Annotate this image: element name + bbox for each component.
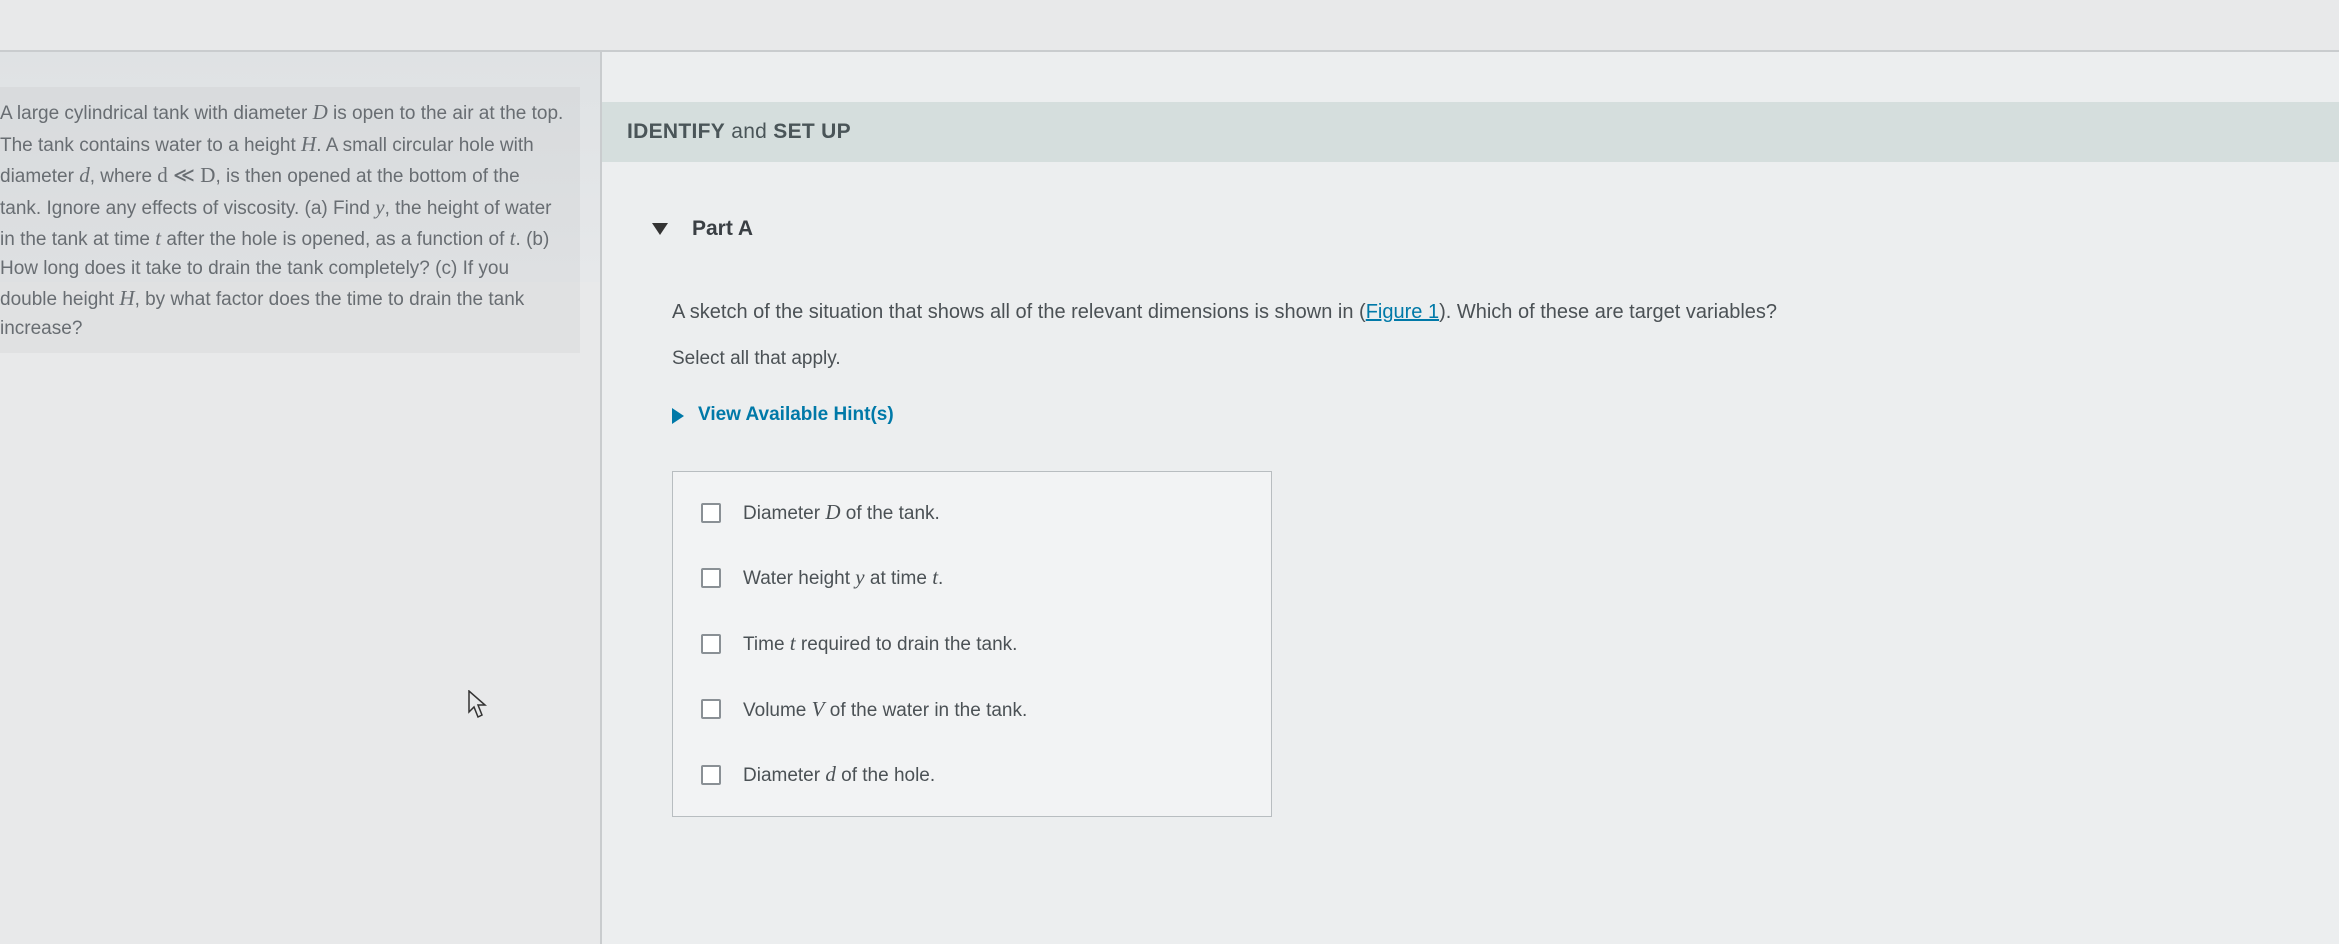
var-D: D [313, 100, 328, 124]
hints-label: View Available Hint(s) [698, 400, 894, 430]
problem-frag: after the hole is opened, as a function … [161, 229, 510, 250]
option-row[interactable]: Diameter d of the hole. [673, 742, 1271, 808]
option-row[interactable]: Time t required to drain the tank. [673, 611, 1271, 677]
problem-frag: , where [90, 166, 158, 187]
question-pre: A sketch of the situation that shows all… [672, 301, 1366, 323]
var-y: y [375, 195, 384, 219]
var-d: d [79, 163, 90, 187]
problem-frag: A large cylindrical tank with diameter [0, 103, 313, 124]
view-hints-toggle[interactable]: View Available Hint(s) [672, 400, 2339, 430]
option-label: Volume V of the water in the tank. [743, 693, 1027, 727]
checkbox[interactable] [701, 568, 721, 588]
chevron-right-icon [672, 408, 684, 424]
option-label: Time t required to drain the tank. [743, 627, 1017, 661]
figure-link[interactable]: Figure 1 [1366, 301, 1439, 323]
problem-pane: A large cylindrical tank with diameter D… [0, 52, 600, 944]
option-row[interactable]: Volume V of the water in the tank. [673, 677, 1271, 743]
options-box: Diameter D of the tank. Water height y a… [672, 471, 1272, 817]
part-label: Part A [692, 217, 753, 241]
select-instruction: Select all that apply. [672, 344, 2339, 374]
checkbox[interactable] [701, 765, 721, 785]
option-row[interactable]: Diameter D of the tank. [673, 480, 1271, 546]
checkbox[interactable] [701, 699, 721, 719]
checkbox[interactable] [701, 503, 721, 523]
part-toggle[interactable]: Part A [652, 217, 2339, 241]
option-row[interactable]: Water height y at time t. [673, 545, 1271, 611]
answer-pane: IDENTIFY and SET UP Part A A sketch of t… [602, 52, 2339, 944]
question-post: ). Which of these are target variables? [1439, 301, 1777, 323]
checkbox[interactable] [701, 634, 721, 654]
var-H: H [119, 286, 134, 310]
problem-statement: A large cylindrical tank with diameter D… [0, 87, 580, 353]
section-join: and [725, 120, 773, 143]
section-label-a: IDENTIFY [627, 120, 725, 143]
chevron-down-icon [652, 223, 668, 235]
relation: d ≪ D [157, 163, 215, 187]
option-label: Water height y at time t. [743, 561, 943, 595]
section-label-b: SET UP [773, 120, 851, 143]
option-label: Diameter D of the tank. [743, 496, 940, 530]
option-label: Diameter d of the hole. [743, 758, 935, 792]
section-header: IDENTIFY and SET UP [602, 102, 2339, 162]
question-text: A sketch of the situation that shows all… [672, 296, 2339, 328]
question-body: A sketch of the situation that shows all… [672, 296, 2339, 817]
var-H: H [301, 132, 316, 156]
